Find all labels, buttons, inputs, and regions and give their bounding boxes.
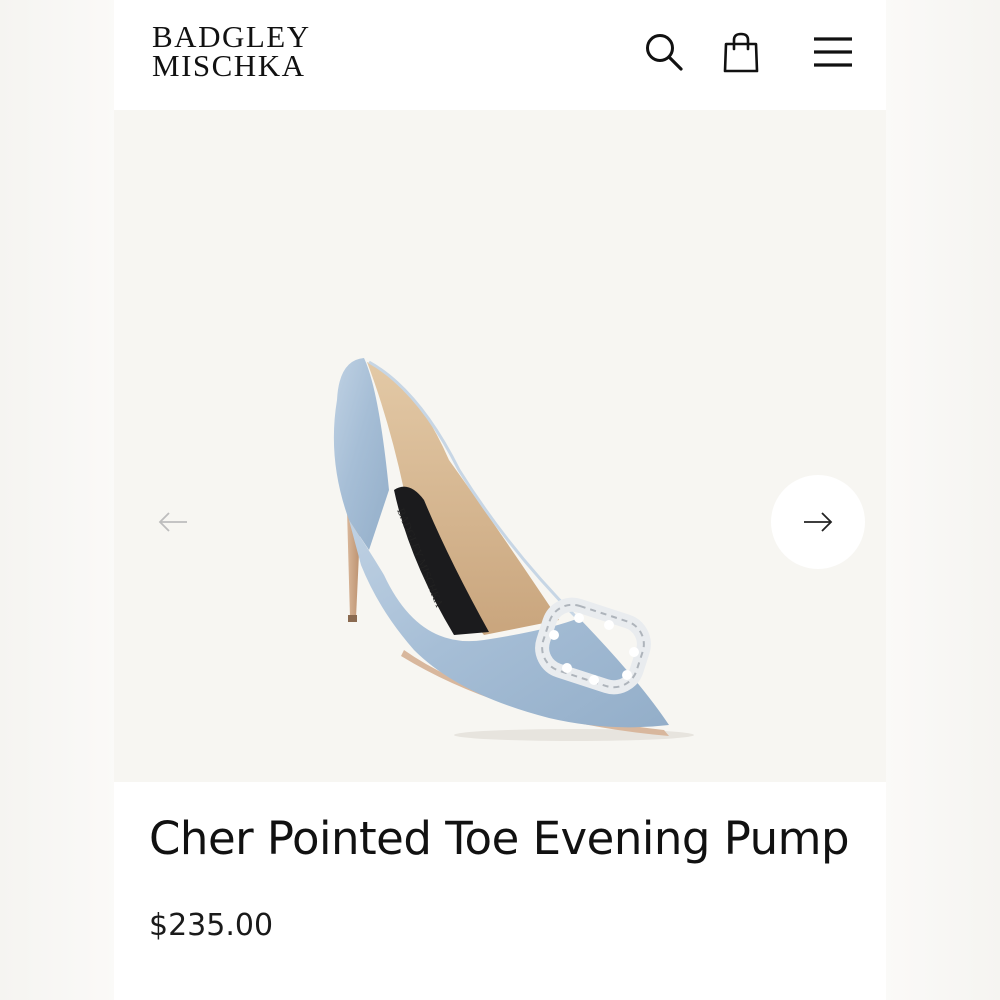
brand-logo[interactable]: BADGLEY MISCHKA	[152, 19, 311, 83]
search-icon	[646, 34, 683, 71]
shopping-bag-button[interactable]	[719, 30, 763, 74]
site-header: BADGLEY MISCHKA	[114, 0, 886, 110]
product-image-gallery[interactable]: BADGLEY MISCHKA	[114, 110, 886, 782]
next-image-button[interactable]	[771, 475, 865, 569]
brand-logo-line-1: BADGLEY	[152, 19, 311, 54]
arrow-right-icon	[804, 512, 833, 532]
product-info: Cher Pointed Toe Evening Pump $235.00	[114, 782, 886, 1000]
hamburger-menu-icon	[814, 37, 852, 67]
shopping-bag-icon	[723, 32, 759, 73]
menu-button[interactable]	[811, 30, 855, 74]
arrow-left-icon	[158, 512, 187, 532]
brand-logo-line-2: MISCHKA	[152, 48, 306, 83]
product-title: Cher Pointed Toe Evening Pump	[149, 812, 850, 865]
previous-image-button[interactable]	[126, 475, 220, 569]
search-button[interactable]	[642, 30, 686, 74]
page-background: BADGLEY MISCHKA BADGLEY MISCHKA Cher Poi…	[0, 0, 1000, 1000]
product-price: $235.00	[149, 908, 274, 943]
product-image-shoe: BADGLEY MISCHKA	[333, 358, 694, 741]
mobile-screen: BADGLEY MISCHKA BADGLEY MISCHKA Cher Poi…	[114, 0, 886, 1000]
